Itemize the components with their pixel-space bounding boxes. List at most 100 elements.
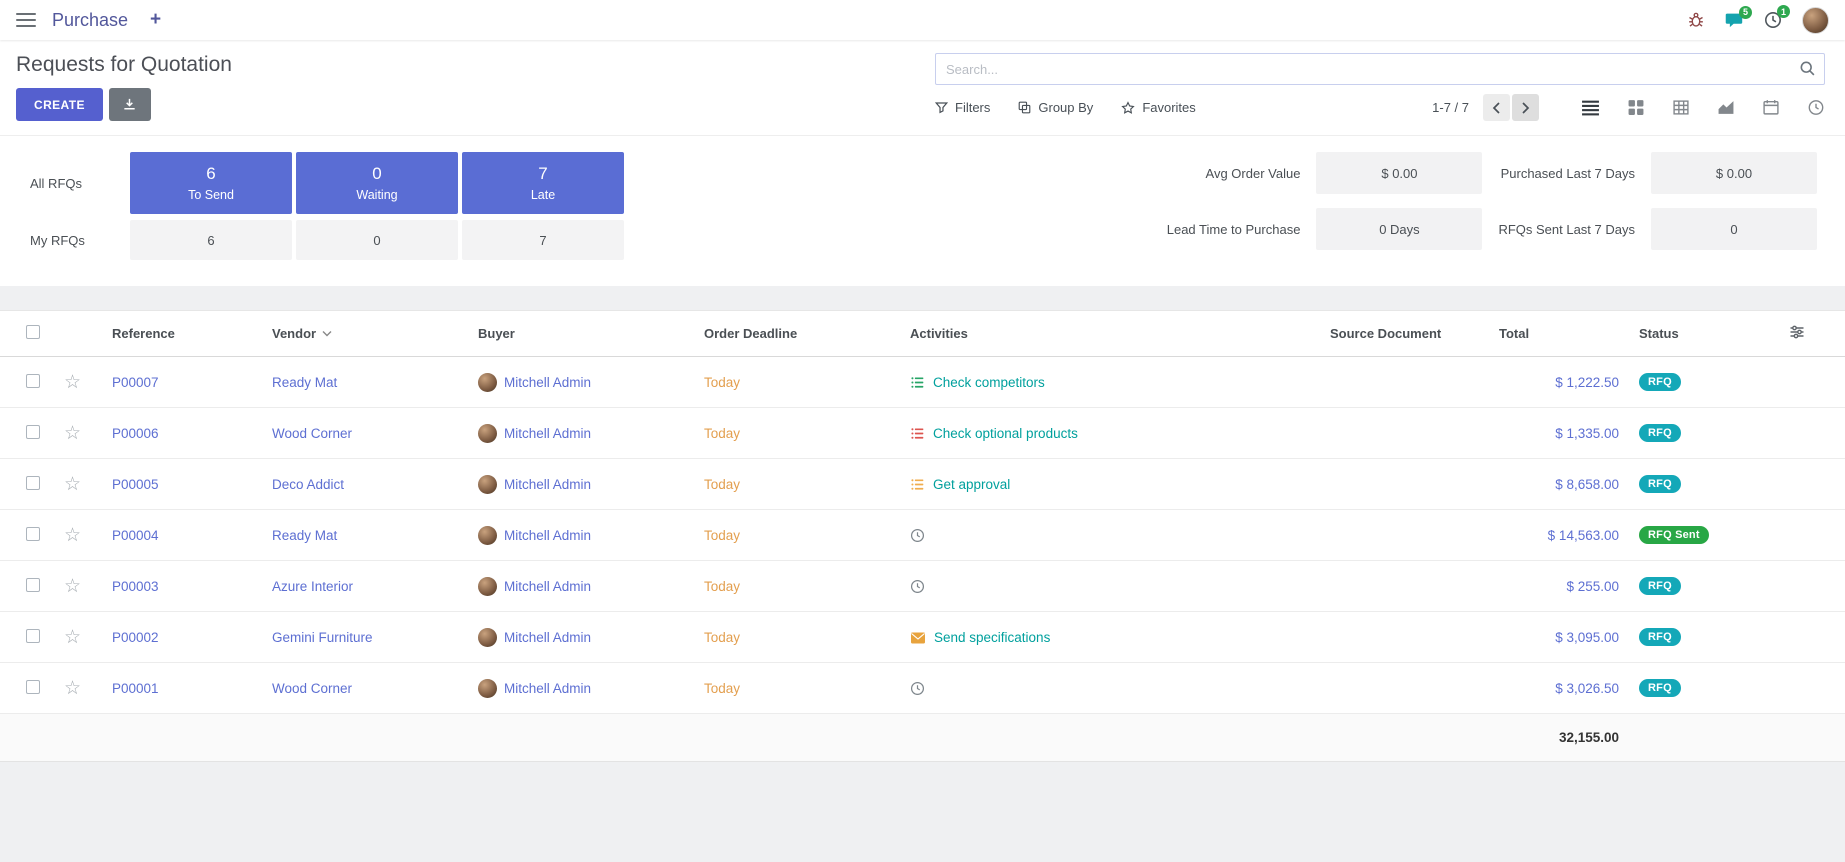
calendar-view-icon[interactable] bbox=[1762, 99, 1780, 116]
vendor-link[interactable]: Deco Addict bbox=[272, 477, 344, 492]
activity-link[interactable]: Check optional products bbox=[933, 426, 1078, 441]
buyer-link[interactable]: Mitchell Admin bbox=[504, 477, 591, 492]
rfq-row[interactable]: ☆ P00004 Ready Mat Mitchell Admin Today … bbox=[0, 510, 1845, 561]
buyer-link[interactable]: Mitchell Admin bbox=[504, 375, 591, 390]
favorite-star-icon[interactable]: ☆ bbox=[64, 474, 81, 495]
filters-button[interactable]: Filters bbox=[935, 100, 990, 115]
vendor-link[interactable]: Wood Corner bbox=[272, 681, 352, 696]
header-vendor[interactable]: Vendor bbox=[264, 311, 470, 357]
rfq-row[interactable]: ☆ P00001 Wood Corner Mitchell Admin Toda… bbox=[0, 663, 1845, 714]
buyer-link[interactable]: Mitchell Admin bbox=[504, 528, 591, 543]
select-all-checkbox[interactable] bbox=[26, 325, 40, 339]
vendor-link[interactable]: Gemini Furniture bbox=[272, 630, 373, 645]
kanban-view-icon[interactable] bbox=[1627, 99, 1645, 116]
vendor-link[interactable]: Ready Mat bbox=[272, 375, 337, 390]
row-checkbox[interactable] bbox=[26, 578, 40, 592]
activity-tasks-icon[interactable] bbox=[910, 375, 925, 390]
rfq-row[interactable]: ☆ P00003 Azure Interior Mitchell Admin T… bbox=[0, 561, 1845, 612]
my-waiting[interactable]: 0 bbox=[296, 220, 458, 260]
my-to-send[interactable]: 6 bbox=[130, 220, 292, 260]
buyer-link[interactable]: Mitchell Admin bbox=[504, 426, 591, 441]
header-source-document[interactable]: Source Document bbox=[1322, 311, 1491, 357]
buyer-link[interactable]: Mitchell Admin bbox=[504, 630, 591, 645]
row-checkbox[interactable] bbox=[26, 374, 40, 388]
row-checkbox[interactable] bbox=[26, 629, 40, 643]
favorite-star-icon[interactable]: ☆ bbox=[64, 525, 81, 546]
header-status[interactable]: Status bbox=[1631, 311, 1781, 357]
vendor-link[interactable]: Ready Mat bbox=[272, 528, 337, 543]
chevron-left-icon bbox=[1492, 102, 1501, 114]
buyer-link[interactable]: Mitchell Admin bbox=[504, 681, 591, 696]
messages-icon[interactable]: 5 bbox=[1725, 12, 1744, 29]
kpi-waiting[interactable]: 0 Waiting bbox=[296, 152, 458, 214]
kpi-to-send[interactable]: 6 To Send bbox=[130, 152, 292, 214]
lead-time: 0 Days bbox=[1316, 208, 1482, 250]
favorites-button[interactable]: Favorites bbox=[1121, 100, 1195, 115]
buyer-avatar bbox=[478, 679, 497, 698]
reference-link[interactable]: P00004 bbox=[112, 528, 159, 543]
row-checkbox[interactable] bbox=[26, 476, 40, 490]
graph-view-icon[interactable] bbox=[1717, 99, 1735, 116]
favorite-star-icon[interactable]: ☆ bbox=[64, 627, 81, 648]
debug-bug-icon[interactable] bbox=[1687, 11, 1705, 29]
header-activities[interactable]: Activities bbox=[902, 311, 1322, 357]
rfq-row[interactable]: ☆ P00005 Deco Addict Mitchell Admin Toda… bbox=[0, 459, 1845, 510]
apps-menu-icon[interactable] bbox=[16, 13, 36, 27]
activity-clock-icon[interactable] bbox=[910, 681, 925, 696]
search-input[interactable] bbox=[935, 53, 1825, 85]
list-view-icon[interactable] bbox=[1581, 99, 1600, 116]
favorite-star-icon[interactable]: ☆ bbox=[64, 576, 81, 597]
pager-next-button[interactable] bbox=[1512, 94, 1539, 121]
search-icon[interactable] bbox=[1799, 60, 1816, 82]
my-late[interactable]: 7 bbox=[462, 220, 624, 260]
activity-clock-icon[interactable] bbox=[910, 528, 925, 543]
app-name[interactable]: Purchase bbox=[52, 10, 128, 31]
activity-link[interactable]: Get approval bbox=[933, 477, 1010, 492]
buyer-avatar bbox=[478, 526, 497, 545]
row-checkbox[interactable] bbox=[26, 425, 40, 439]
row-checkbox[interactable] bbox=[26, 680, 40, 694]
activity-tasks-icon[interactable] bbox=[910, 477, 925, 492]
user-avatar[interactable] bbox=[1802, 7, 1829, 34]
plus-icon[interactable]: + bbox=[150, 9, 161, 31]
table-footer-row: 32,155.00 bbox=[0, 714, 1845, 762]
reference-link[interactable]: P00007 bbox=[112, 375, 159, 390]
optional-columns-icon[interactable] bbox=[1789, 324, 1805, 340]
reference-link[interactable]: P00003 bbox=[112, 579, 159, 594]
vendor-link[interactable]: Azure Interior bbox=[272, 579, 353, 594]
reference-link[interactable]: P00002 bbox=[112, 630, 159, 645]
activity-mail-icon[interactable] bbox=[910, 631, 926, 645]
activity-link[interactable]: Check competitors bbox=[933, 375, 1045, 390]
activity-view-icon[interactable] bbox=[1807, 99, 1825, 116]
buyer-link[interactable]: Mitchell Admin bbox=[504, 579, 591, 594]
export-button[interactable] bbox=[109, 88, 151, 121]
favorite-star-icon[interactable]: ☆ bbox=[64, 372, 81, 393]
create-button[interactable]: CREATE bbox=[16, 88, 103, 121]
reference-link[interactable]: P00001 bbox=[112, 681, 159, 696]
reference-link[interactable]: P00005 bbox=[112, 477, 159, 492]
favorite-star-icon[interactable]: ☆ bbox=[64, 678, 81, 699]
group-by-button[interactable]: Group By bbox=[1018, 100, 1093, 115]
header-order-deadline[interactable]: Order Deadline bbox=[696, 311, 902, 357]
view-switcher bbox=[1581, 99, 1825, 116]
favorite-star-icon[interactable]: ☆ bbox=[64, 423, 81, 444]
order-deadline-text: Today bbox=[704, 426, 740, 441]
pager-previous-button[interactable] bbox=[1483, 94, 1510, 121]
vendor-link[interactable]: Wood Corner bbox=[272, 426, 352, 441]
buyer-avatar bbox=[478, 373, 497, 392]
activity-link[interactable]: Send specifications bbox=[934, 630, 1050, 645]
activities-clock-icon[interactable]: 1 bbox=[1764, 11, 1782, 29]
reference-link[interactable]: P00006 bbox=[112, 426, 159, 441]
activity-clock-icon[interactable] bbox=[910, 579, 925, 594]
rfq-row[interactable]: ☆ P00002 Gemini Furniture Mitchell Admin… bbox=[0, 612, 1845, 663]
footer-total: 32,155.00 bbox=[1491, 714, 1631, 762]
activity-tasks-icon[interactable] bbox=[910, 426, 925, 441]
kpi-late[interactable]: 7 Late bbox=[462, 152, 624, 214]
header-buyer[interactable]: Buyer bbox=[470, 311, 696, 357]
row-checkbox[interactable] bbox=[26, 527, 40, 541]
header-total[interactable]: Total bbox=[1491, 311, 1631, 357]
pivot-view-icon[interactable] bbox=[1672, 99, 1690, 116]
header-reference[interactable]: Reference bbox=[104, 311, 264, 357]
rfq-row[interactable]: ☆ P00006 Wood Corner Mitchell Admin Toda… bbox=[0, 408, 1845, 459]
rfq-row[interactable]: ☆ P00007 Ready Mat Mitchell Admin Today … bbox=[0, 357, 1845, 408]
